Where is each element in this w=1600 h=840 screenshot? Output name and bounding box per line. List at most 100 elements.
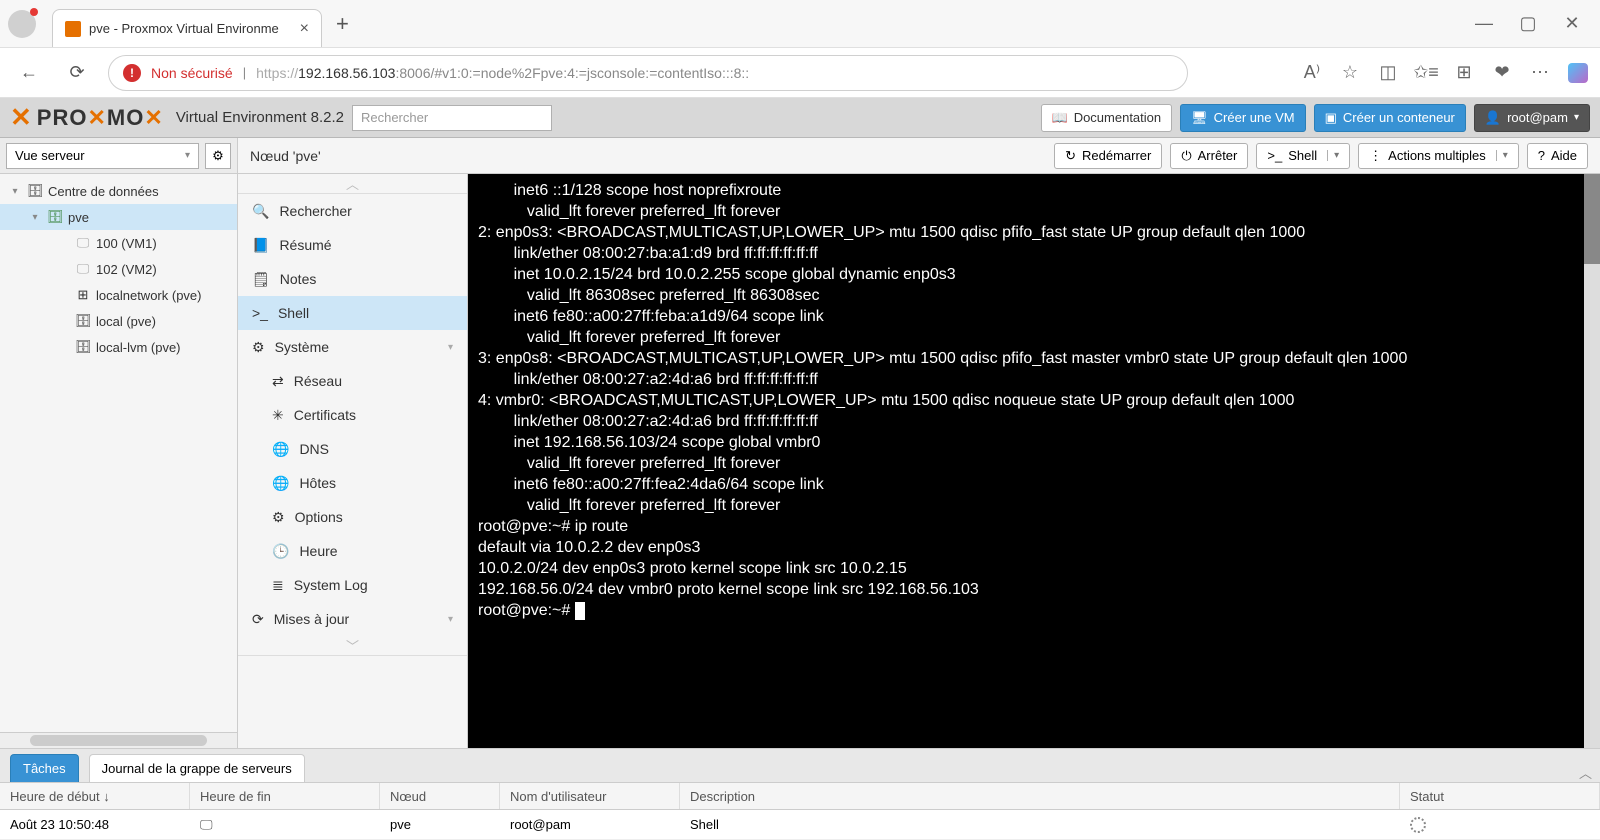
- cert-icon: ✳: [272, 407, 284, 424]
- collapse-up-icon[interactable]: ︿: [238, 174, 467, 194]
- col-user[interactable]: Nom d'utilisateur: [500, 783, 680, 809]
- monitor-off-icon: 🖵: [74, 235, 92, 251]
- note-icon: 🗒: [252, 271, 270, 288]
- browser-tab[interactable]: pve - Proxmox Virtual Environme ×: [52, 9, 322, 47]
- browser-tabbar: pve - Proxmox Virtual Environme × + — ▢ …: [0, 0, 1600, 48]
- menu-options[interactable]: ⚙Options: [238, 500, 467, 534]
- read-aloud-icon[interactable]: A⁾: [1302, 63, 1322, 83]
- more-icon[interactable]: ⋯: [1530, 63, 1550, 83]
- copilot-icon[interactable]: [1568, 63, 1588, 83]
- help-icon: ?: [1538, 148, 1545, 163]
- tree-localnetwork[interactable]: ⊞localnetwork (pve): [0, 282, 237, 308]
- tab-cluster-log[interactable]: Journal de la grappe de serveurs: [89, 754, 305, 782]
- create-vm-button[interactable]: 🖥Créer une VM: [1180, 104, 1305, 132]
- tree-settings-button[interactable]: ⚙: [205, 143, 231, 169]
- content-title: Nœud 'pve': [250, 148, 321, 164]
- menu-system[interactable]: ⚙Système▾: [238, 330, 467, 364]
- storage-icon: 🗄: [74, 313, 92, 329]
- tree-local-storage[interactable]: 🗄local (pve): [0, 308, 237, 334]
- browser-sync-icon[interactable]: ❤: [1492, 63, 1512, 83]
- favorites-bar-icon[interactable]: ✩≡: [1416, 63, 1436, 83]
- gear-icon: ⚙: [212, 148, 224, 164]
- tree-horizontal-scrollbar[interactable]: [0, 732, 237, 748]
- tree-local-lvm-storage[interactable]: 🗄local-lvm (pve): [0, 334, 237, 360]
- tree-vm-100[interactable]: 🖵100 (VM1): [0, 230, 237, 256]
- menu-shell[interactable]: >_Shell: [238, 296, 467, 330]
- tab-tasks[interactable]: Tâches: [10, 754, 79, 782]
- col-status[interactable]: Statut: [1400, 783, 1600, 809]
- collections-icon[interactable]: ⊞: [1454, 63, 1474, 83]
- view-selector[interactable]: Vue serveur▾: [6, 143, 199, 169]
- proxmox-logo[interactable]: ✕PRO✕MO✕: [10, 102, 164, 133]
- window-minimize-icon[interactable]: —: [1474, 14, 1494, 34]
- documentation-button[interactable]: 📖Documentation: [1041, 104, 1173, 132]
- favorite-icon[interactable]: ☆: [1340, 63, 1360, 83]
- not-secure-label: Non sécurisé: [151, 65, 233, 81]
- search-icon: 🔍: [252, 203, 269, 220]
- cube-icon: ▣: [1325, 110, 1337, 126]
- monitor-icon: 🖥: [1191, 110, 1208, 126]
- chevron-down-icon[interactable]: ▾: [1327, 150, 1339, 161]
- nav-refresh-icon[interactable]: ⟳: [60, 56, 94, 90]
- close-tab-icon[interactable]: ×: [300, 20, 309, 38]
- task-row[interactable]: Août 23 10:50:48 🖵 pve root@pam Shell: [0, 810, 1600, 840]
- monitor-off-icon: 🖵: [74, 261, 92, 277]
- terminal-console[interactable]: inet6 ::1/128 scope host noprefixroute v…: [468, 174, 1600, 748]
- node-online-icon: 🗄: [46, 209, 64, 225]
- terminal-icon: >_: [1267, 148, 1282, 163]
- tree-datacenter[interactable]: ▾🗄Centre de données: [0, 178, 237, 204]
- menu-updates[interactable]: ⟳Mises à jour▾: [238, 602, 467, 636]
- col-end-time[interactable]: Heure de fin: [190, 783, 380, 809]
- user-icon: 👤: [1485, 110, 1501, 126]
- url-bar[interactable]: ! Non sécurisé | https://192.168.56.103:…: [108, 55, 1188, 91]
- gear-icon: ⚙: [272, 509, 285, 526]
- menu-summary[interactable]: 📘Résumé: [238, 228, 467, 262]
- menu-certificates[interactable]: ✳Certificats: [238, 398, 467, 432]
- list-icon: ≣: [272, 577, 284, 594]
- menu-search[interactable]: 🔍Rechercher: [238, 194, 467, 228]
- new-tab-button[interactable]: +: [336, 11, 349, 37]
- chevron-down-icon[interactable]: ▾: [1496, 150, 1508, 161]
- collapse-tasks-icon[interactable]: ︿: [1579, 763, 1592, 782]
- shutdown-button[interactable]: ⏻Arrêter: [1170, 143, 1248, 169]
- menu-time[interactable]: 🕒Heure: [238, 534, 467, 568]
- split-screen-icon[interactable]: ◫: [1378, 63, 1398, 83]
- globe-icon: 🌐: [272, 441, 289, 458]
- profile-avatar-icon[interactable]: [8, 10, 36, 38]
- user-menu-button[interactable]: 👤root@pam▾: [1474, 104, 1590, 132]
- not-secure-icon: !: [123, 64, 141, 82]
- window-maximize-icon[interactable]: ▢: [1518, 14, 1538, 34]
- menu-notes[interactable]: 🗒Notes: [238, 262, 467, 296]
- help-button[interactable]: ?Aide: [1527, 143, 1588, 169]
- browser-navbar: ← ⟳ ! Non sécurisé | https://192.168.56.…: [0, 48, 1600, 98]
- resource-tree-pane: Vue serveur▾ ⚙ ▾🗄Centre de données ▾🗄pve…: [0, 138, 238, 748]
- nav-back-icon[interactable]: ←: [12, 56, 46, 90]
- col-description[interactable]: Description: [680, 783, 1400, 809]
- menu-syslog[interactable]: ≣System Log: [238, 568, 467, 602]
- power-icon: ⏻: [1181, 148, 1191, 164]
- tree-node-pve[interactable]: ▾🗄pve: [0, 204, 237, 230]
- collapse-down-icon[interactable]: ﹀: [238, 636, 467, 656]
- menu-dns[interactable]: 🌐DNS: [238, 432, 467, 466]
- globe-icon: 🌐: [272, 475, 289, 492]
- restart-button[interactable]: ↻Redémarrer: [1054, 143, 1162, 169]
- shell-split-button[interactable]: >_Shell▾: [1256, 143, 1350, 169]
- tab-title: pve - Proxmox Virtual Environme: [89, 21, 292, 36]
- menu-hosts[interactable]: 🌐Hôtes: [238, 466, 467, 500]
- bulk-actions-button[interactable]: ⋮Actions multiples▾: [1358, 143, 1519, 169]
- col-start-time[interactable]: Heure de début ↓: [0, 783, 190, 809]
- global-search-input[interactable]: Rechercher: [352, 105, 552, 131]
- storage-icon: 🗄: [74, 339, 92, 355]
- window-close-icon[interactable]: ✕: [1562, 14, 1582, 34]
- loading-spinner-icon: [1410, 817, 1426, 833]
- task-log-tabs: Tâches Journal de la grappe de serveurs …: [0, 748, 1600, 782]
- gears-icon: ⚙: [252, 339, 265, 356]
- clock-icon: 🕒: [272, 543, 289, 560]
- terminal-icon: >_: [252, 305, 268, 321]
- menu-network[interactable]: ⇄Réseau: [238, 364, 467, 398]
- tree-vm-102[interactable]: 🖵102 (VM2): [0, 256, 237, 282]
- col-node[interactable]: Nœud: [380, 783, 500, 809]
- node-side-menu: ︿ 🔍Rechercher 📘Résumé 🗒Notes >_Shell ⚙Sy…: [238, 174, 468, 748]
- create-container-button[interactable]: ▣Créer un conteneur: [1314, 104, 1466, 132]
- chevron-down-icon: ▾: [448, 342, 453, 353]
